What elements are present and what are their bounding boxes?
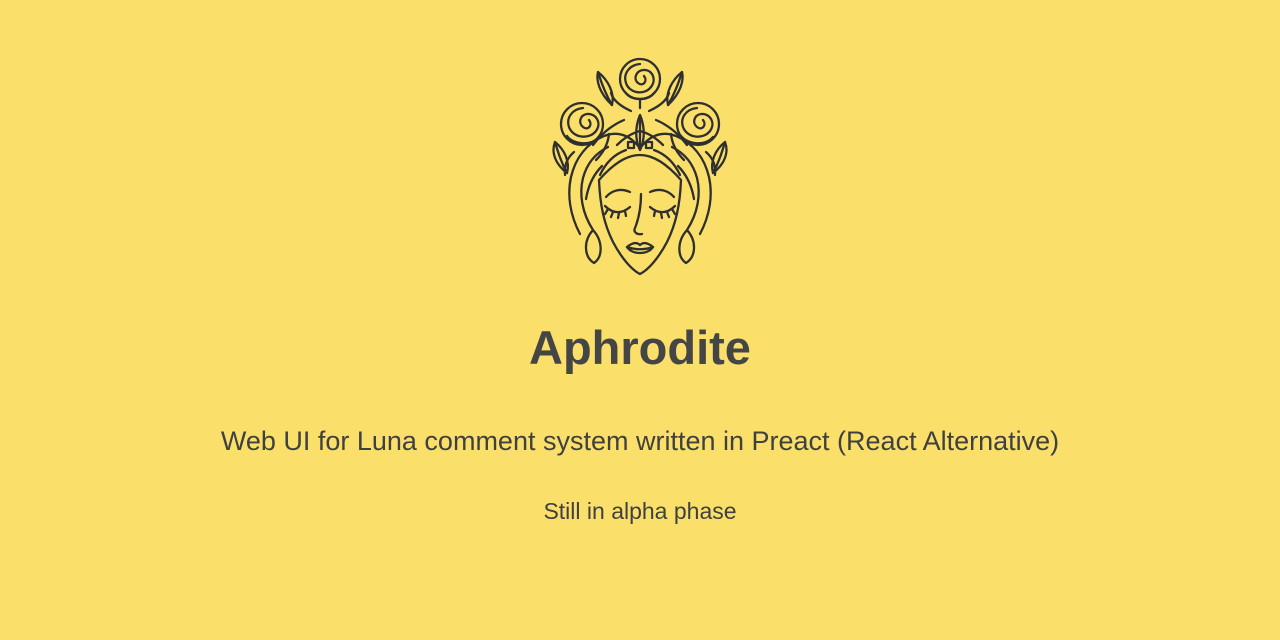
project-status: Still in alpha phase [543, 498, 737, 524]
right-earring [678, 228, 696, 265]
left-earring [584, 228, 602, 265]
project-title: Aphrodite [529, 321, 751, 374]
project-banner: Aphrodite Web UI for Luna comment system… [0, 0, 1280, 640]
woman-face-rose-crown-icon [552, 57, 728, 276]
project-description: Web UI for Luna comment system written i… [220, 426, 1060, 456]
aphrodite-logo [545, 54, 735, 280]
